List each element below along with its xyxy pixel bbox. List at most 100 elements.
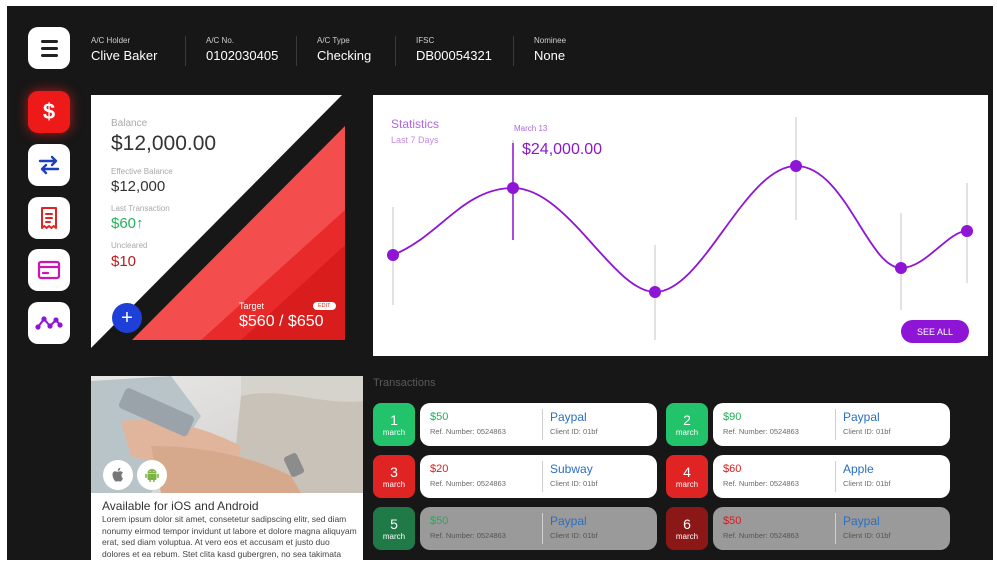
hamburger-icon (40, 39, 58, 43)
app-promo-body: Lorem ipsum dolor sit amet, consetetur s… (102, 514, 357, 559)
data-point (961, 225, 973, 237)
ifsc-value: DB00054321 (416, 48, 492, 63)
transaction-amount: $90 (723, 411, 742, 423)
menu-button[interactable] (28, 27, 70, 69)
transaction-amount: $20 (430, 463, 449, 475)
transaction-client-id: Client ID: 01bf (550, 531, 598, 540)
transaction-month: march (675, 479, 699, 489)
transaction-day: 2 (683, 411, 691, 428)
transaction-divider (835, 513, 836, 544)
sidebar-item-balance[interactable]: $ (28, 91, 70, 133)
transaction-month: march (382, 479, 406, 489)
android-store-button[interactable] (137, 460, 167, 490)
transaction-divider (542, 409, 543, 440)
nominee-label: Nominee (534, 36, 567, 45)
card-icon (37, 260, 61, 280)
see-all-button[interactable]: SEE ALL (901, 320, 969, 343)
android-icon (145, 469, 159, 482)
header-divider (395, 36, 396, 66)
statistics-line-chart (387, 117, 973, 340)
edit-target-button[interactable]: EDIT (313, 302, 336, 310)
transaction-row[interactable]: 4 march $60 Ref. Number: 0524863 Apple Client… (666, 455, 950, 498)
apple-store-button[interactable] (103, 460, 133, 490)
balance-value: $12,000.00 (111, 132, 217, 155)
transaction-day: 5 (390, 515, 398, 532)
transaction-merchant: Paypal (550, 410, 587, 424)
transaction-merchant: Paypal (843, 410, 880, 424)
header-divider (185, 36, 186, 66)
sidebar-item-transfer[interactable] (28, 144, 70, 186)
transaction-divider (835, 409, 836, 440)
sidebar-item-cards[interactable] (28, 249, 70, 291)
nominee: Nominee None (534, 36, 566, 63)
last-transaction-label: Last Transaction (111, 204, 170, 213)
header-divider (513, 36, 514, 66)
transaction-divider (542, 513, 543, 544)
transaction-divider (542, 461, 543, 492)
transaction-amount: $50 (430, 515, 449, 527)
account-number-label: A/C No. (206, 36, 235, 45)
transaction-day: 6 (683, 515, 691, 532)
receipt-icon (41, 207, 57, 229)
transaction-ref: Ref. Number: 0524863 (723, 479, 799, 488)
apple-icon (112, 467, 123, 482)
highlight-date: March 13 (514, 124, 548, 133)
transaction-day: 4 (683, 463, 691, 480)
transaction-date-badge: 6 march (666, 507, 708, 550)
data-point (895, 262, 907, 274)
transaction-details: $50 Ref. Number: 0524863 Paypal Client ID: … (713, 507, 950, 550)
transaction-details: $50 Ref. Number: 0524863 Paypal Client ID: … (420, 403, 657, 446)
header-divider (296, 36, 297, 66)
transaction-client-id: Client ID: 01bf (550, 427, 598, 436)
statistics-line (392, 165, 968, 293)
arrow-up-icon: ↑ (136, 215, 144, 232)
transaction-client-id: Client ID: 01bf (843, 427, 891, 436)
transaction-date-badge: 1 march (373, 403, 415, 446)
transaction-ref: Ref. Number: 0524863 (430, 531, 506, 540)
account-number: A/C No. 0102030405 (206, 36, 278, 63)
transaction-row[interactable]: 6 march $50 Ref. Number: 0524863 Paypal Clien… (666, 507, 950, 550)
transaction-month: march (382, 531, 406, 541)
transaction-amount: $60 (723, 463, 742, 475)
effective-balance-label: Effective Balance (111, 167, 173, 176)
data-point (649, 286, 661, 298)
transaction-merchant: Apple (843, 462, 874, 476)
transaction-month: march (382, 427, 406, 437)
transaction-divider (835, 461, 836, 492)
transaction-date-badge: 4 march (666, 455, 708, 498)
transactions-title: Transactions (373, 377, 436, 389)
target-value: $560 / $650 (239, 313, 324, 330)
add-button[interactable]: + (112, 303, 142, 333)
uncleared-label: Uncleared (111, 241, 148, 250)
transaction-row[interactable]: 5 march $50 Ref. Number: 0524863 Paypal Clien… (373, 507, 657, 550)
transaction-ref: Ref. Number: 0524863 (430, 479, 506, 488)
sidebar-item-statements[interactable] (28, 197, 70, 239)
banking-dashboard: A/C Holder Clive Baker A/C No. 010203040… (7, 6, 993, 560)
account-holder-label: A/C Holder (91, 36, 131, 45)
transaction-client-id: Client ID: 01bf (843, 531, 891, 540)
transaction-month: march (675, 427, 699, 437)
chart-icon (35, 316, 63, 330)
transaction-merchant: Paypal (843, 514, 880, 528)
transaction-row[interactable]: 3 march $20 Ref. Number: 0524863 Subway Clien… (373, 455, 657, 498)
statistics-card: Statistics Last 7 Days March 13 $24,000.… (373, 95, 988, 356)
balance-card: Balance $12,000.00 Effective Balance $12… (91, 95, 363, 356)
ifsc: IFSC DB00054321 (416, 36, 492, 63)
transaction-row[interactable]: 2 march $90 Ref. Number: 0524863 Paypal Clien… (666, 403, 950, 446)
dollar-icon: $ (42, 99, 56, 124)
data-point (387, 249, 399, 261)
app-promo-card: Available for iOS and Android Lorem ipsu… (91, 376, 363, 560)
transaction-row[interactable]: 1 march $50 Ref. Number: 0524863 Paypal Clien… (373, 403, 657, 446)
transaction-ref: Ref. Number: 0524863 (430, 427, 506, 436)
data-point (507, 182, 519, 194)
balance-label: Balance (111, 118, 148, 129)
transaction-merchant: Paypal (550, 514, 587, 528)
transaction-client-id: Client ID: 01bf (550, 479, 598, 488)
transaction-month: march (675, 531, 699, 541)
sidebar-item-statistics[interactable] (28, 302, 70, 344)
effective-balance-value: $12,000 (111, 178, 166, 195)
transaction-date-badge: 5 march (373, 507, 415, 550)
account-type-value: Checking (317, 48, 372, 63)
statistics-title: Statistics (391, 117, 440, 131)
ifsc-label: IFSC (416, 36, 435, 45)
